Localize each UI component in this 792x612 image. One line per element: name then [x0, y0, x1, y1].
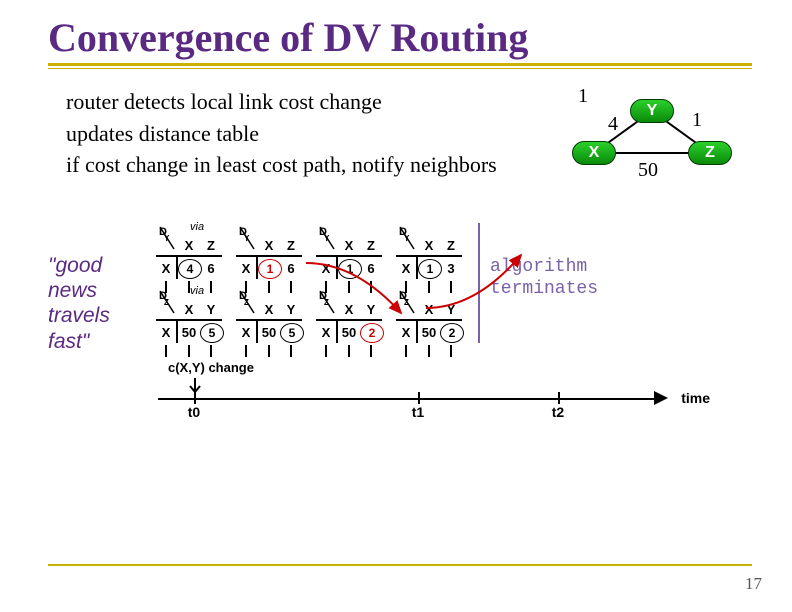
row-head: X	[236, 257, 258, 279]
tick-t2: t2	[552, 404, 564, 420]
dv-table: DY XZ X 16	[236, 223, 302, 279]
separator	[478, 223, 480, 343]
dv-table: via DZ XY X 505	[156, 287, 222, 343]
network-diagram: X Y Z 1 4 1 50	[552, 81, 752, 201]
bullet-1: router detects local link cost change	[66, 87, 528, 117]
row-head: X	[236, 321, 258, 343]
col-head: X	[418, 302, 440, 317]
dv-cell: 6	[360, 261, 382, 279]
col-head: X	[258, 302, 280, 317]
time-label: time	[681, 390, 710, 406]
dv-cell: 1	[258, 261, 280, 279]
dv-cell: 5	[280, 325, 302, 343]
tick-t0: t0	[188, 404, 200, 420]
dv-cell: 50	[178, 325, 200, 343]
algorithm-terminates: algorithm terminates	[490, 223, 610, 300]
via-label: via	[190, 285, 204, 297]
row-head: X	[156, 257, 178, 279]
col-head: Y	[200, 302, 222, 317]
dv-cell: 4	[178, 261, 200, 279]
bullet-2: updates distance table	[66, 119, 528, 149]
dv-table: DZ XY X 502	[396, 287, 462, 343]
col-head: X	[258, 238, 280, 253]
col-head: X	[418, 238, 440, 253]
router-x-icon: X	[572, 141, 616, 165]
col-head: X	[338, 238, 360, 253]
dv-cell: 1	[338, 261, 360, 279]
row-head: X	[396, 321, 418, 343]
rule-thin	[48, 68, 752, 69]
row-head: X	[396, 257, 418, 279]
row-head: X	[316, 257, 338, 279]
tick-t1: t1	[412, 404, 424, 420]
page-number: 17	[745, 574, 762, 594]
footer-rule	[48, 564, 752, 566]
dv-cell: 6	[280, 261, 302, 279]
col-head: Y	[440, 302, 462, 317]
slide-title: Convergence of DV Routing	[48, 14, 752, 61]
edge-yz: 1	[692, 109, 702, 132]
dv-table: DY XZ X 16	[316, 223, 382, 279]
dv-cell: 2	[440, 325, 462, 343]
col-head: X	[178, 302, 200, 317]
dv-cell: 5	[200, 325, 222, 343]
dv-table: DY XZ X 13	[396, 223, 462, 279]
bullet-3: if cost change in least cost path, notif…	[66, 150, 528, 180]
time-axis: c(X,Y) change t0 t1 t2 time	[158, 358, 668, 418]
dv-cell: 50	[418, 325, 440, 343]
col-head: Y	[360, 302, 382, 317]
dv-cell: 3	[440, 261, 462, 279]
dv-cell: 50	[338, 325, 360, 343]
dv-table: DZ XY X 505	[236, 287, 302, 343]
via-label: via	[190, 221, 204, 233]
dv-tables: via DY XZ X 46 via DZ XY X 505 DY XZ	[156, 223, 482, 343]
col-head: Z	[200, 238, 222, 253]
bullet-list: router detects local link cost change up…	[48, 87, 528, 182]
dv-table: DZ XY X 502	[316, 287, 382, 343]
col-head: Y	[280, 302, 302, 317]
change-label: c(X,Y) change	[168, 360, 254, 375]
col-head: Z	[280, 238, 302, 253]
dv-cell: 6	[200, 261, 222, 279]
dv-cell: 50	[258, 325, 280, 343]
dv-cell: 2	[360, 325, 382, 343]
router-z-icon: Z	[688, 141, 732, 165]
row-head: X	[156, 321, 178, 343]
router-y-icon: Y	[630, 99, 674, 123]
col-head: Z	[360, 238, 382, 253]
col-head: X	[338, 302, 360, 317]
col-head: X	[178, 238, 200, 253]
dv-cell: 1	[418, 261, 440, 279]
col-head: Z	[440, 238, 462, 253]
edge-xz: 50	[638, 159, 658, 182]
edge-xy-new: 1	[578, 85, 588, 108]
quote-good-news: "good news travels fast"	[48, 223, 148, 354]
dv-table: via DY XZ X 46	[156, 223, 222, 279]
rule-thick	[48, 63, 752, 66]
edge-xy-old: 4	[608, 113, 618, 136]
row-head: X	[316, 321, 338, 343]
